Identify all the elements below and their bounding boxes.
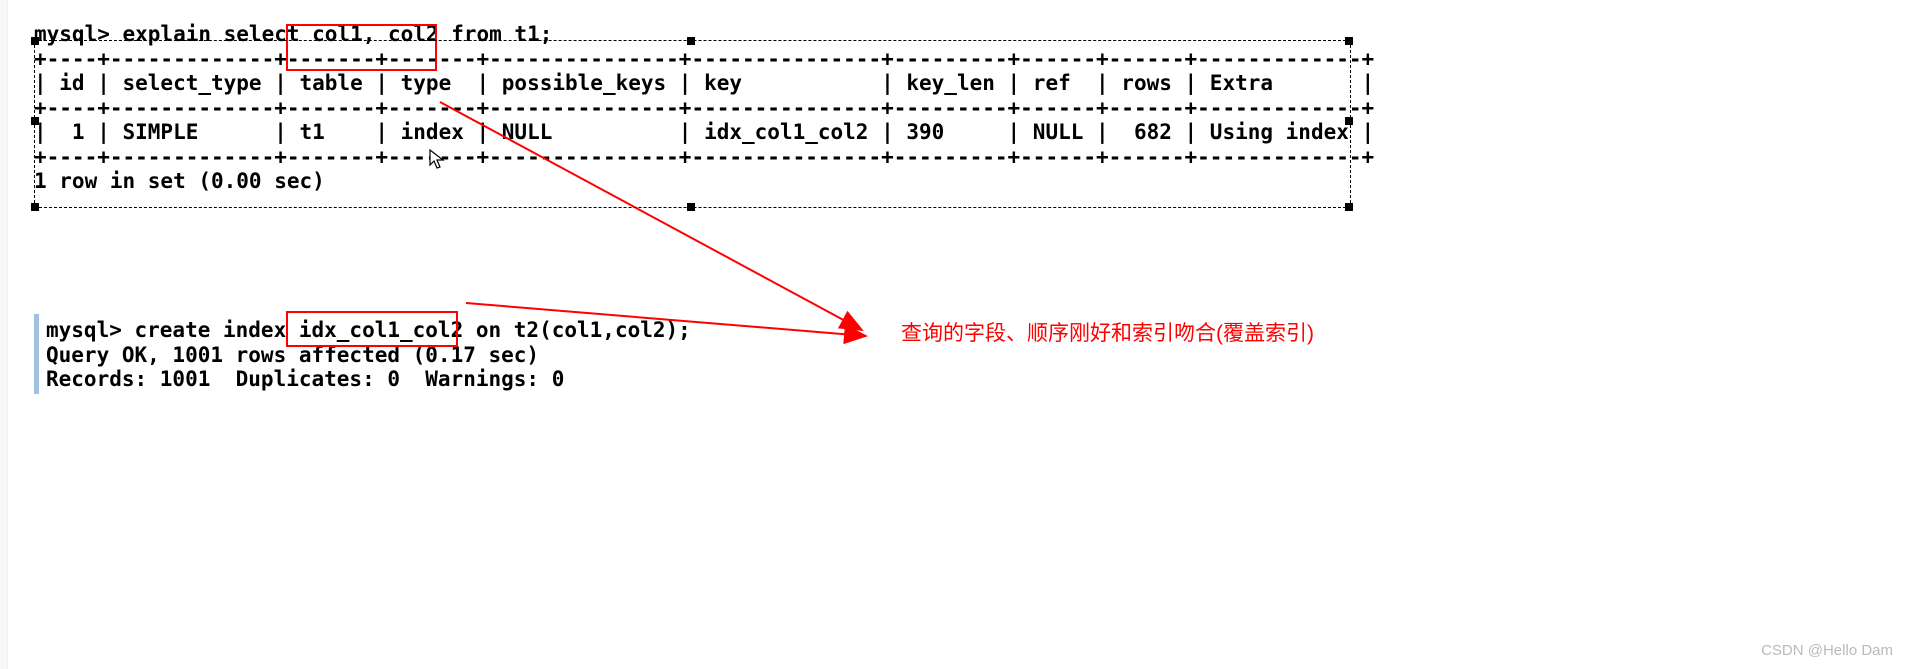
sql-line: Query OK, 1001 rows affected (0.17 sec) [46, 343, 539, 367]
sql-line: 1 row in set (0.00 sec) [34, 169, 325, 193]
selection-handle [31, 117, 39, 125]
selection-handle [1345, 37, 1353, 45]
watermark-text: CSDN @Hello Dam [1761, 642, 1893, 659]
selection-handle [31, 37, 39, 45]
selection-handle [1345, 117, 1353, 125]
sql-line: +----+-------------+-------+-------+----… [34, 47, 1374, 71]
sql-line: mysql> explain select col1, col2 from t1… [34, 22, 552, 46]
gutter-bar [0, 0, 8, 669]
selection-handle [31, 203, 39, 211]
sql-line: +----+-------------+-------+-------+----… [34, 96, 1374, 120]
selection-handle [1345, 203, 1353, 211]
sql-line: | 1 | SIMPLE | t1 | index | NULL | idx_c… [34, 120, 1374, 144]
selection-handle [687, 37, 695, 45]
sql-line: mysql> create index idx_col1_col2 on t2(… [46, 318, 691, 342]
annotation-label: 查询的字段、顺序刚好和索引吻合(覆盖索引) [901, 317, 1314, 347]
explain-output-block: mysql> explain select col1, col2 from t1… [34, 22, 1354, 194]
selection-handle [687, 203, 695, 211]
sql-line: Records: 1001 Duplicates: 0 Warnings: 0 [46, 367, 564, 391]
sql-line: | id | select_type | table | type | poss… [34, 71, 1374, 95]
sql-line: +----+-------------+-------+-------+----… [34, 145, 1374, 169]
